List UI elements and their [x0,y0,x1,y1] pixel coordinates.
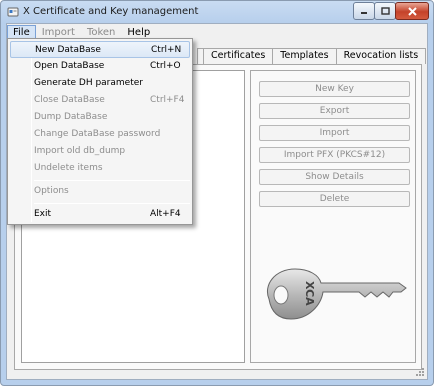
delete-button[interactable]: Delete [259,191,410,207]
tab-bar: Certificates Templates Revocation lists [197,48,427,64]
status-bar [7,364,427,379]
menu-item-import-old-dump[interactable]: Import old db_dump [10,143,190,160]
tab-certificates[interactable]: Certificates [203,48,274,64]
window-title: X Certificate and Key management [23,6,199,17]
menu-item-options[interactable]: Options [10,183,190,200]
key-icon: XCA [267,268,407,320]
resize-grip-icon[interactable] [415,367,425,377]
close-icon [407,6,417,16]
menu-item-close-database[interactable]: Close DataBase Ctrl+F4 [10,92,190,109]
maximize-button[interactable] [374,2,396,20]
menu-item-new-database[interactable]: New DataBase Ctrl+N [10,41,190,58]
key-engraving: XCA [303,281,316,306]
import-pfx-button[interactable]: Import PFX (PKCS#12) [259,147,410,163]
close-button[interactable] [395,2,429,20]
action-buttons-box: New Key Export Import Import PFX (PKCS#1… [250,70,416,363]
menu-item-open-database[interactable]: Open DataBase Ctrl+O [10,58,190,75]
maximize-icon [380,7,390,15]
menu-item-dump-database[interactable]: Dump DataBase [10,109,190,126]
minimize-icon [361,12,367,14]
app-icon [7,7,19,17]
file-menu-dropdown: New DataBase Ctrl+N Open DataBase Ctrl+O… [7,38,193,225]
minimize-button[interactable] [353,2,375,20]
import-button[interactable]: Import [259,125,410,141]
new-key-button[interactable]: New Key [259,81,410,97]
menu-item-change-password[interactable]: Change DataBase password [10,126,190,143]
tab-templates[interactable]: Templates [272,48,337,64]
menu-item-exit[interactable]: Exit Alt+F4 [10,206,190,223]
app-window: X Certificate and Key management File Im… [0,0,434,386]
title-bar[interactable]: X Certificate and Key management [1,1,433,23]
menu-separator [34,180,190,181]
tab-revocation-lists[interactable]: Revocation lists [335,48,427,64]
menu-item-undelete[interactable]: Undelete items [10,160,190,177]
show-details-button[interactable]: Show Details [259,169,410,185]
menu-separator [34,203,190,204]
menu-item-generate-dh[interactable]: Generate DH parameter [10,75,190,92]
export-button[interactable]: Export [259,103,410,119]
